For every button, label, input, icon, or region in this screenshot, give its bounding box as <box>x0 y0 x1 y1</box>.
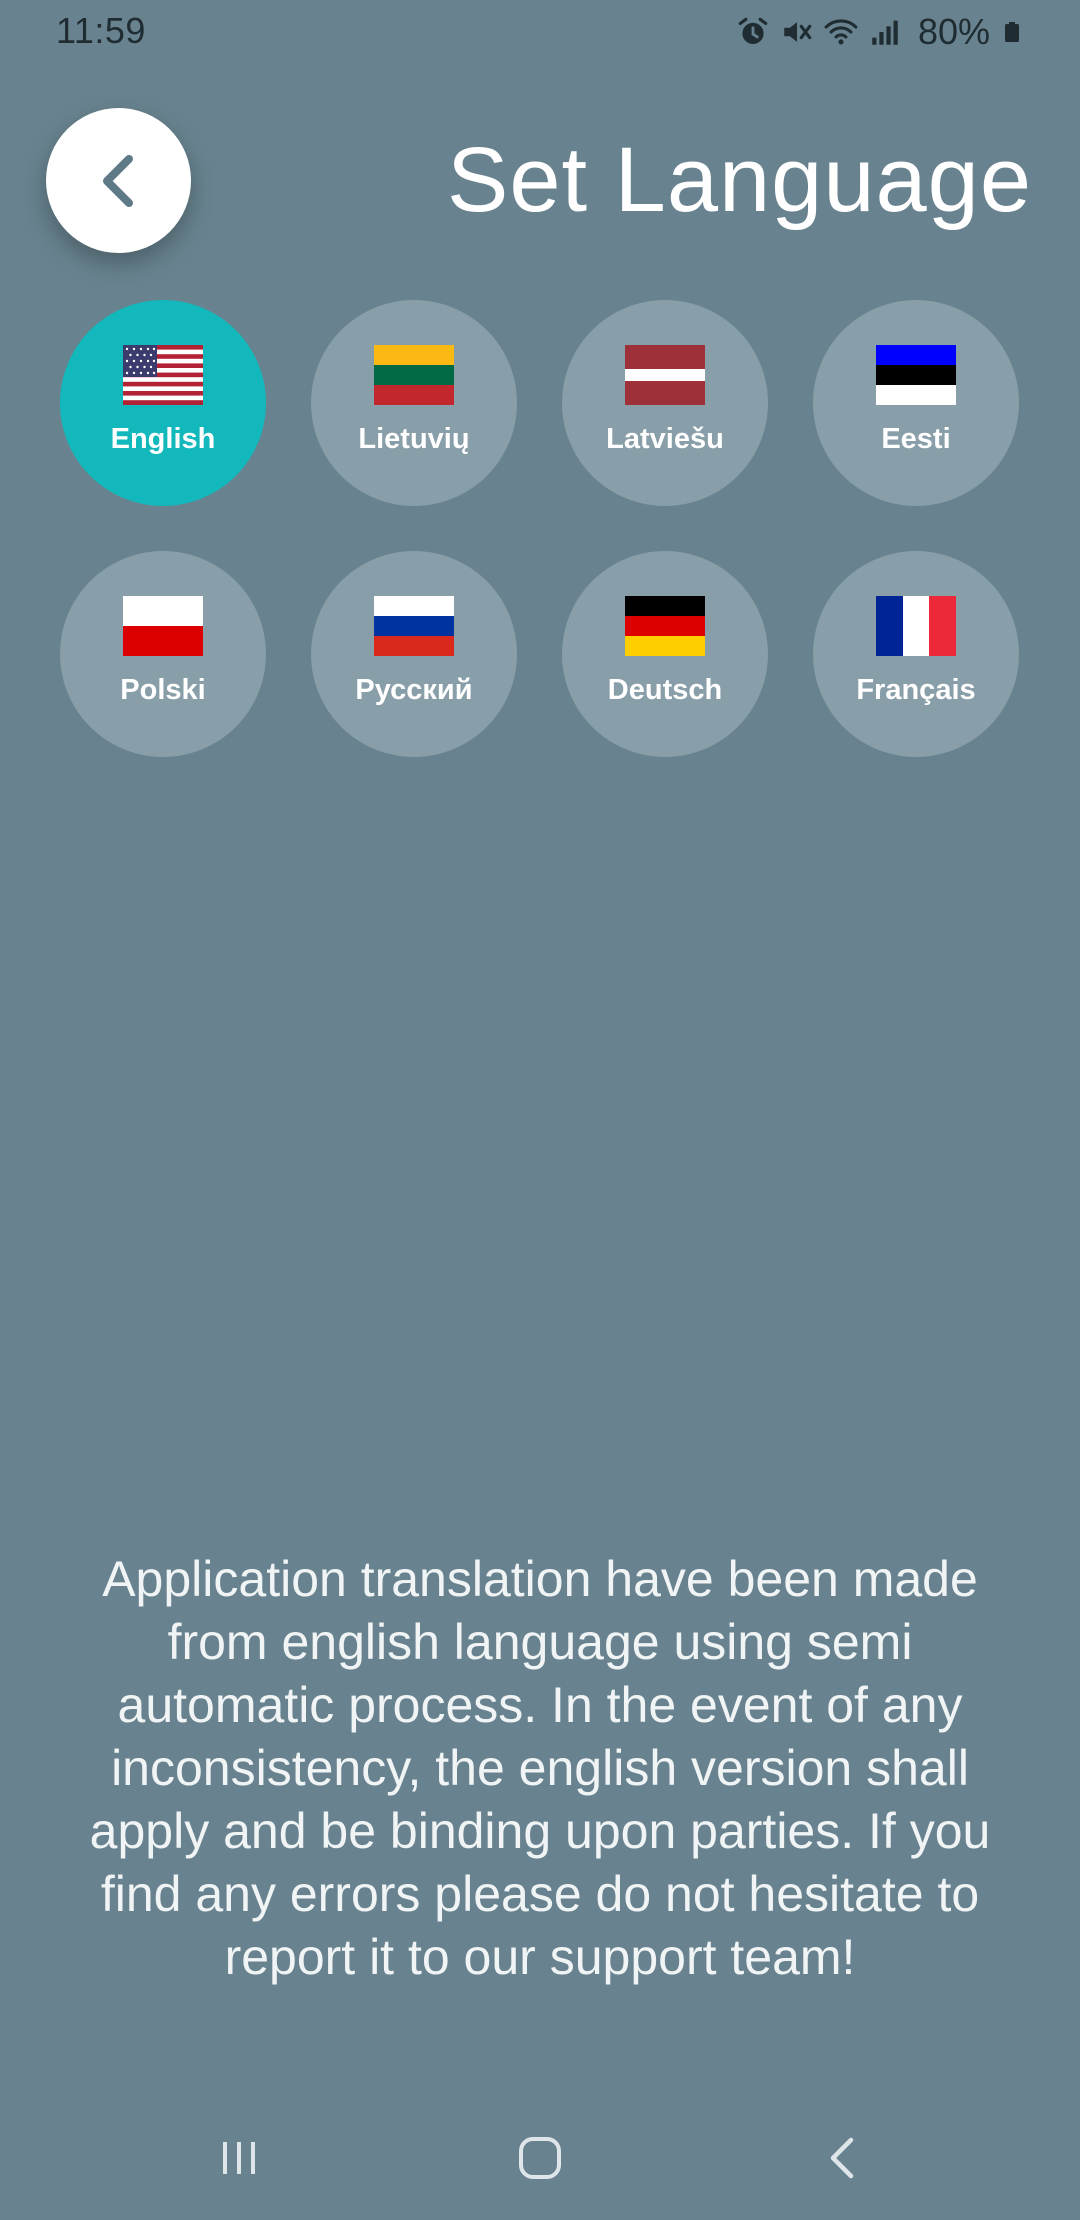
language-label: Deutsch <box>607 674 723 706</box>
language-label: Lietuvių <box>358 423 470 455</box>
translation-disclaimer: Application translation have been made f… <box>89 1551 991 1985</box>
language-option-lithuanian[interactable]: Lietuvių <box>311 300 517 506</box>
alarm-icon <box>738 17 768 45</box>
language-label: Eesti <box>881 423 951 455</box>
language-label: Polski <box>120 674 206 706</box>
fr-flag-icon <box>876 596 956 656</box>
mute-icon <box>784 22 812 42</box>
home-icon <box>519 2137 561 2179</box>
language-option-russian[interactable]: Русский <box>311 551 517 757</box>
language-label: Русский <box>355 674 473 706</box>
us-flag-icon <box>123 345 203 405</box>
language-option-polish[interactable]: Polski <box>60 551 266 757</box>
language-option-french[interactable]: Français <box>813 551 1019 757</box>
language-label: Latviešu <box>606 423 724 455</box>
battery-icon <box>1005 22 1019 42</box>
recents-icon <box>223 2142 255 2174</box>
ru-flag-icon <box>374 596 454 656</box>
language-option-german[interactable]: Deutsch <box>562 551 768 757</box>
system-back-button[interactable] <box>808 2128 878 2188</box>
language-label: Français <box>856 674 976 706</box>
language-grid: English Lietuvių Latviešu Eesti Polski Р… <box>60 300 1019 757</box>
page-title: Set Language <box>447 129 1032 231</box>
status-time: 11:59 <box>56 10 146 51</box>
status-icons: 80% <box>736 10 1024 54</box>
back-icon <box>830 2137 854 2179</box>
ee-flag-icon <box>876 345 956 405</box>
home-button[interactable] <box>505 2128 575 2188</box>
de-flag-icon <box>625 596 705 656</box>
language-label: English <box>110 423 216 455</box>
recents-button[interactable] <box>204 2128 274 2188</box>
chevron-left-icon <box>102 154 133 207</box>
lt-flag-icon <box>374 345 454 405</box>
wifi-icon <box>824 19 858 45</box>
back-button[interactable] <box>46 108 191 253</box>
lv-flag-icon <box>625 345 705 405</box>
language-option-latvian[interactable]: Latviešu <box>562 300 768 506</box>
battery-percent: 80% <box>917 11 990 52</box>
language-option-estonian[interactable]: Eesti <box>813 300 1019 506</box>
system-nav-bar <box>0 2100 1080 2220</box>
language-option-english[interactable]: English <box>60 300 266 506</box>
status-bar: 11:59 80% <box>0 0 1080 64</box>
pl-flag-icon <box>123 596 203 656</box>
signal-icon <box>872 20 898 45</box>
